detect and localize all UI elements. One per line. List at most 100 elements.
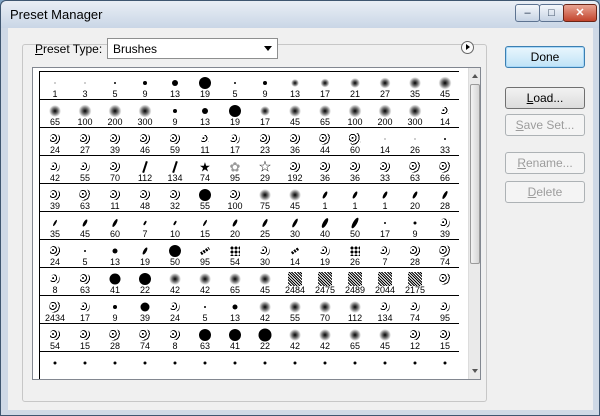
brush-preset-cell[interactable]: 66	[430, 156, 459, 183]
brush-preset-cell[interactable]: 19	[220, 100, 250, 127]
brush-preset-cell[interactable]: 40	[310, 212, 340, 239]
brush-preset-cell[interactable]: 50	[340, 212, 370, 239]
brush-preset-cell[interactable]: 45	[430, 72, 459, 99]
close-icon[interactable]: ✕	[563, 4, 597, 22]
brush-preset-cell[interactable]: 112	[340, 296, 370, 323]
brush-preset-cell[interactable]: 45	[70, 212, 100, 239]
brush-preset-cell[interactable]: 9	[130, 72, 160, 99]
brush-preset-cell[interactable]: 17	[70, 296, 100, 323]
brush-preset-cell[interactable]: 26	[400, 128, 430, 155]
brush-preset-cell[interactable]: 17	[370, 212, 400, 239]
brush-preset-cell[interactable]: 5	[100, 72, 130, 99]
brush-preset-cell[interactable]: 13	[280, 72, 310, 99]
brush-preset-cell[interactable]: 35	[40, 212, 70, 239]
brush-preset-cell[interactable]	[100, 352, 130, 379]
minimize-icon[interactable]: –	[515, 4, 540, 22]
brush-preset-cell[interactable]: 9	[100, 296, 130, 323]
brush-preset-cell[interactable]: 22	[250, 324, 280, 351]
brush-preset-cell[interactable]: 11	[100, 184, 130, 211]
brush-preset-cell[interactable]: 39	[40, 184, 70, 211]
rename-button[interactable]: Rename...	[505, 152, 585, 174]
brush-preset-cell[interactable]: 74	[430, 240, 459, 267]
brush-preset-cell[interactable]: 13	[160, 72, 190, 99]
brush-preset-cell[interactable]: 28	[100, 324, 130, 351]
brush-preset-cell[interactable]: 2484	[280, 268, 310, 295]
scroll-thumb[interactable]	[470, 84, 480, 264]
brush-preset-cell[interactable]: 45	[280, 184, 310, 211]
brush-preset-cell[interactable]: 55	[190, 184, 220, 211]
brush-preset-cell[interactable]: 39	[430, 212, 459, 239]
brush-preset-cell[interactable]: 2434	[40, 296, 70, 323]
brush-preset-cell[interactable]: 33	[430, 128, 459, 155]
brush-preset-cell[interactable]: 200	[370, 100, 400, 127]
brush-preset-cell[interactable]: 21	[340, 72, 370, 99]
brush-preset-cell[interactable]: 24	[160, 296, 190, 323]
brush-preset-cell[interactable]: 100	[70, 100, 100, 127]
brush-preset-cell[interactable]: 60	[100, 212, 130, 239]
brush-preset-cell[interactable]: 65	[310, 100, 340, 127]
brush-preset-cell[interactable]: 12	[400, 324, 430, 351]
brush-preset-cell[interactable]: 24	[40, 240, 70, 267]
brush-preset-cell[interactable]: 55	[280, 296, 310, 323]
brush-preset-cell[interactable]: 74	[400, 296, 430, 323]
brush-preset-cell[interactable]: 39	[100, 128, 130, 155]
preset-type-select[interactable]: Brushes	[107, 38, 278, 59]
brush-preset-cell[interactable]: 1	[370, 184, 400, 211]
brush-preset-cell[interactable]: 2475	[310, 268, 340, 295]
brush-preset-cell[interactable]: 112	[130, 156, 160, 183]
brush-preset-cell[interactable]: 28	[400, 240, 430, 267]
brush-preset-cell[interactable]: 22	[130, 268, 160, 295]
brush-preset-cell[interactable]: 65	[40, 100, 70, 127]
brush-preset-cell[interactable]: 9	[400, 212, 430, 239]
scroll-up-icon[interactable]	[469, 68, 480, 83]
brush-preset-cell[interactable]: 42	[280, 324, 310, 351]
brush-preset-cell[interactable]: 24	[40, 128, 70, 155]
brush-preset-cell[interactable]: 36	[340, 156, 370, 183]
brush-preset-cell[interactable]: 17	[220, 128, 250, 155]
brush-preset-cell[interactable]: 70	[100, 156, 130, 183]
brush-preset-cell[interactable]: 59	[160, 128, 190, 155]
save-set-button[interactable]: Save Set...	[505, 114, 585, 136]
brush-preset-cell[interactable]: 44	[310, 128, 340, 155]
brush-preset-cell[interactable]: 65	[340, 324, 370, 351]
brush-preset-cell[interactable]: 100	[220, 184, 250, 211]
brush-preset-cell[interactable]: 13	[100, 240, 130, 267]
brush-preset-cell[interactable]: 42	[160, 268, 190, 295]
brush-preset-cell[interactable]: 54	[40, 324, 70, 351]
brush-preset-cell[interactable]: 33	[370, 156, 400, 183]
brush-preset-cell[interactable]: 48	[130, 184, 160, 211]
brush-preset-cell[interactable]: ★ 74	[190, 156, 220, 183]
brush-preset-cell[interactable]: 60	[340, 128, 370, 155]
brush-preset-cell[interactable]: 15	[430, 324, 459, 351]
brush-preset-cell[interactable]: 63	[70, 268, 100, 295]
brush-preset-cell[interactable]	[160, 352, 190, 379]
brush-preset-cell[interactable]: 41	[220, 324, 250, 351]
brush-preset-cell[interactable]	[430, 268, 459, 295]
brush-preset-cell[interactable]: 50	[160, 240, 190, 267]
brush-preset-cell[interactable]: 13	[190, 100, 220, 127]
brush-preset-cell[interactable]: ☆ 29	[250, 156, 280, 183]
brush-preset-cell[interactable]: 27	[70, 128, 100, 155]
brush-preset-cell[interactable]: 2489	[340, 268, 370, 295]
brush-preset-cell[interactable]: 5	[190, 296, 220, 323]
brush-preset-cell[interactable]: 95	[430, 296, 459, 323]
brush-preset-cell[interactable]	[340, 352, 370, 379]
brush-preset-cell[interactable]: 14	[430, 100, 459, 127]
brush-preset-cell[interactable]: 63	[70, 184, 100, 211]
brush-preset-cell[interactable]	[220, 352, 250, 379]
brush-preset-cell[interactable]: 10	[160, 212, 190, 239]
brush-preset-cell[interactable]: 30	[280, 212, 310, 239]
brush-preset-cell[interactable]: 41	[100, 268, 130, 295]
brush-preset-cell[interactable]: 27	[370, 72, 400, 99]
delete-button[interactable]: Delete	[505, 181, 585, 203]
brush-preset-cell[interactable]: 17	[310, 72, 340, 99]
brush-preset-cell[interactable]: 192	[280, 156, 310, 183]
brush-preset-cell[interactable]: 32	[160, 184, 190, 211]
brush-preset-cell[interactable]: 15	[190, 212, 220, 239]
brush-preset-cell[interactable]: 42	[310, 324, 340, 351]
brush-preset-cell[interactable]: 1	[340, 184, 370, 211]
brush-preset-cell[interactable]: 200	[100, 100, 130, 127]
brush-preset-cell[interactable]	[430, 352, 459, 379]
brush-preset-cell[interactable]: 54	[220, 240, 250, 267]
brush-preset-cell[interactable]: 5	[70, 240, 100, 267]
